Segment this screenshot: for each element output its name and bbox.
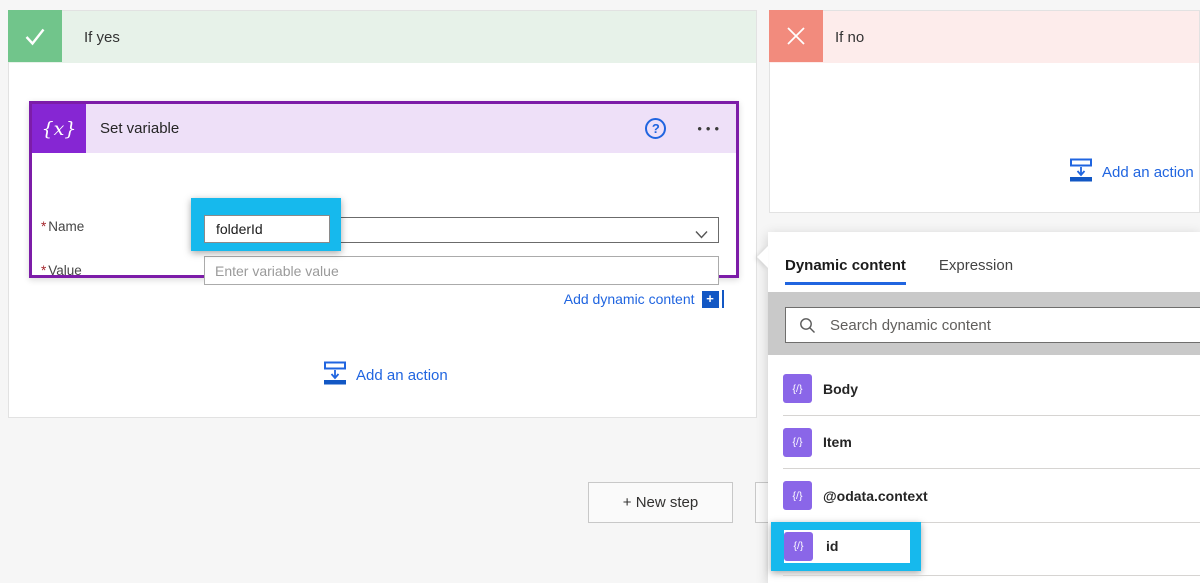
- dynamic-content-icon: {/}: [783, 481, 812, 510]
- chevron-down-icon: [695, 226, 708, 244]
- insert-action-icon: [1069, 158, 1093, 186]
- dynamic-content-panel: Dynamic content Expression {/} Body {/} …: [768, 232, 1200, 583]
- dynamic-content-icon: {/}: [783, 428, 812, 457]
- new-step-button[interactable]: + New step: [588, 482, 733, 523]
- list-item-item[interactable]: {/} Item: [768, 416, 1200, 470]
- required-asterisk: *: [41, 219, 46, 234]
- list-item-id[interactable]: {/} id: [768, 523, 1200, 577]
- list-item-body[interactable]: {/} Body: [768, 362, 1200, 416]
- name-field-label: *Name: [41, 219, 84, 234]
- set-variable-body: *Name folderId *Value Add dynamic conten…: [32, 153, 736, 269]
- if-yes-branch-card: If yes {x} Set variable ? ••• *Name fold…: [8, 10, 757, 418]
- more-options-icon[interactable]: •••: [697, 121, 723, 136]
- if-no-title: If no: [835, 29, 864, 46]
- add-action-label: Add an action: [356, 367, 448, 384]
- id-item-highlight: {/} id: [771, 522, 921, 571]
- name-value-highlight: folderId: [191, 198, 341, 251]
- set-variable-header[interactable]: {x} Set variable ? •••: [32, 104, 736, 153]
- insert-action-icon: [323, 361, 347, 389]
- tab-dynamic-content[interactable]: Dynamic content: [785, 257, 906, 285]
- if-yes-title: If yes: [84, 29, 120, 46]
- panel-tabs: Dynamic content Expression: [785, 257, 1013, 285]
- name-input[interactable]: folderId: [204, 215, 330, 243]
- add-dynamic-content-row: Add dynamic content +: [564, 290, 724, 308]
- set-variable-card[interactable]: {x} Set variable ? ••• *Name folderId *V…: [29, 101, 739, 278]
- add-dynamic-content-plus-icon[interactable]: +: [702, 291, 719, 308]
- if-yes-header: If yes: [9, 11, 756, 63]
- list-item-odata-context[interactable]: {/} @odata.context: [768, 469, 1200, 523]
- if-no-add-action[interactable]: Add an action: [1069, 158, 1194, 186]
- search-band: [768, 292, 1200, 355]
- required-asterisk: *: [41, 263, 46, 278]
- tab-expression[interactable]: Expression: [939, 257, 1013, 285]
- x-icon: [769, 10, 823, 62]
- dynamic-content-icon: {/}: [783, 374, 812, 403]
- value-input[interactable]: [204, 256, 719, 285]
- if-no-header: If no: [770, 11, 1199, 63]
- search-box[interactable]: [785, 307, 1200, 343]
- value-field-label: *Value: [41, 263, 82, 278]
- if-no-branch-card: If no Add an action: [769, 10, 1200, 213]
- if-yes-add-action[interactable]: Add an action: [323, 361, 448, 389]
- set-variable-title: Set variable: [100, 120, 179, 137]
- panel-pointer: [757, 246, 768, 268]
- search-icon: [799, 317, 816, 334]
- search-input[interactable]: [830, 308, 1200, 342]
- variable-icon: {x}: [32, 104, 86, 153]
- dynamic-content-icon: {/}: [784, 532, 813, 561]
- check-icon: [8, 10, 62, 62]
- add-dynamic-content-link[interactable]: Add dynamic content: [564, 291, 695, 307]
- dynamic-content-list: {/} Body {/} Item {/} @odata.context {/}…: [768, 362, 1200, 576]
- help-icon[interactable]: ?: [645, 118, 666, 139]
- add-action-label: Add an action: [1102, 164, 1194, 181]
- text-cursor: [722, 290, 725, 308]
